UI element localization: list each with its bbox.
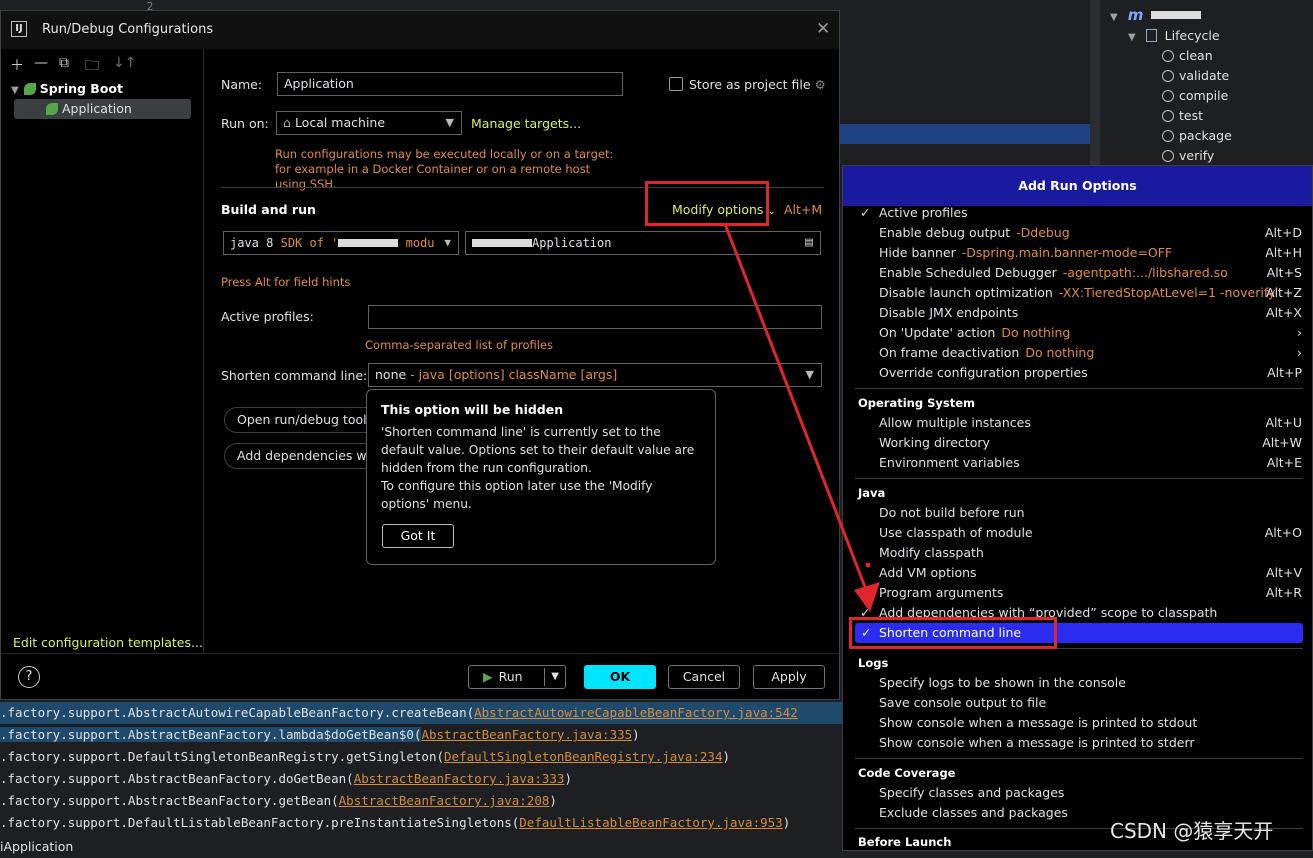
- watermark: CSDN @猿享天开: [1110, 819, 1274, 843]
- annotation-arrow: [723, 223, 880, 612]
